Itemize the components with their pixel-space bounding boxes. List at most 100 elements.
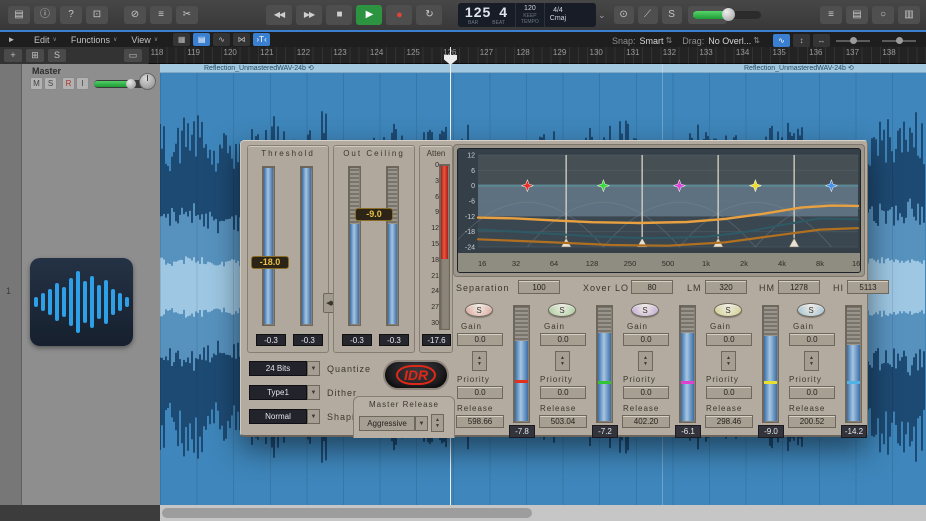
list-editors-icon[interactable]: ≡: [820, 6, 842, 24]
no-overlap-icon[interactable]: ⊘: [124, 6, 146, 24]
band-5-gain-value[interactable]: 0.0: [789, 333, 835, 346]
catch-playhead-icon[interactable]: ›T‹: [253, 33, 270, 46]
band-4-gain-value[interactable]: 0.0: [706, 333, 752, 346]
band-1-release-value[interactable]: 598.66: [456, 415, 504, 428]
vertical-zoom-slider[interactable]: [836, 40, 870, 42]
lcd-display[interactable]: 125 4 BAR BEAT 120 KEEP TEMPO 4/4 Cmaj: [458, 3, 596, 27]
lcd-signature[interactable]: 4/4 Cmaj: [545, 3, 571, 27]
mute-button[interactable]: M: [30, 77, 43, 90]
band-2-solo-button[interactable]: S: [548, 303, 576, 317]
snap-label: Snap:: [612, 36, 636, 46]
ruler-bar-number: 127: [480, 48, 493, 57]
lcd-position[interactable]: 125 4 BAR BEAT: [458, 3, 516, 27]
track-solo-button[interactable]: S: [48, 49, 66, 62]
apple-loops-icon[interactable]: ○: [872, 6, 894, 24]
pan-knob[interactable]: [139, 73, 156, 90]
library-icon[interactable]: ▤: [8, 6, 30, 24]
band-1-priority-value[interactable]: 0.0: [457, 386, 503, 399]
rewind-button[interactable]: ◀◀: [266, 5, 292, 25]
band-3-priority-value[interactable]: 0.0: [623, 386, 669, 399]
snap-drag-group: Snap: Smart ⇅ Drag: No Overl... ⇅ ∿↕↔: [612, 34, 922, 47]
band-5-priority-value[interactable]: 0.0: [789, 386, 835, 399]
add-region-button[interactable]: +: [4, 49, 22, 62]
region-name: Reflection_UnmasteredWAV-24b ⟲: [744, 64, 854, 72]
master-volume-slider[interactable]: [693, 11, 761, 19]
bar-ruler[interactable]: + ⊞ S ▭ 11811912012112212312412512612712…: [0, 47, 926, 64]
band-2-priority-value[interactable]: 0.0: [540, 386, 586, 399]
inspector-icon[interactable]: ⓘ: [34, 6, 56, 24]
band-5-gain-stepper[interactable]: ▲▼: [804, 351, 819, 371]
stop-button[interactable]: ■: [326, 5, 352, 25]
waveform-bar: [90, 276, 94, 328]
track-header-panel: 1 Master M S R I: [0, 64, 160, 505]
input-monitor-button[interactable]: I: [76, 77, 89, 90]
band-4-gain-stepper[interactable]: ▲▼: [721, 351, 736, 371]
horizontal-zoom-icon[interactable]: ↔: [813, 34, 830, 47]
track-volume-knob[interactable]: [126, 79, 136, 89]
gain-label: Gain: [793, 322, 814, 331]
band-3-release-value[interactable]: 402.20: [622, 415, 670, 428]
cycle-button[interactable]: ↻: [416, 5, 442, 25]
snap-stepper-icon[interactable]: ⇅: [666, 36, 673, 45]
flex-icon[interactable]: ⋈: [233, 33, 250, 46]
play-button[interactable]: ▶: [356, 5, 382, 25]
scissors-icon[interactable]: ✂: [176, 6, 198, 24]
functions-menu[interactable]: Functions ∨: [71, 35, 117, 45]
pointer-tool-icon[interactable]: ►: [3, 33, 20, 46]
band-4-priority-value[interactable]: 0.0: [706, 386, 752, 399]
band-1-meter-value: -7.8: [509, 425, 535, 438]
band-1-gain-value[interactable]: 0.0: [457, 333, 503, 346]
browsers-icon[interactable]: ▥: [898, 6, 920, 24]
track-number-strip: 1: [0, 64, 22, 505]
toolbar-icon[interactable]: ⊡: [86, 6, 108, 24]
drag-stepper-icon[interactable]: ⇅: [753, 36, 760, 45]
snap-value[interactable]: Smart: [640, 36, 664, 46]
note-pads-icon[interactable]: ▤: [846, 6, 868, 24]
lcd-chevron-icon[interactable]: ⌄: [598, 10, 606, 21]
region-title-bar[interactable]: Reflection_UnmasteredWAV-24b ⟲ Reflectio…: [160, 64, 926, 73]
band-2-gain-value[interactable]: 0.0: [540, 333, 586, 346]
quick-help-icon[interactable]: ?: [60, 6, 82, 24]
master-track-header[interactable]: Master M S R I: [22, 64, 160, 102]
drag-value[interactable]: No Overl...: [708, 36, 751, 46]
display-mode-button[interactable]: ▭: [124, 49, 142, 62]
band-5-solo-button[interactable]: S: [797, 303, 825, 317]
band-2-release-value[interactable]: 503.04: [539, 415, 587, 428]
tuner-button[interactable]: ⟋: [638, 6, 658, 24]
vertical-zoom-icon[interactable]: ↕: [793, 34, 810, 47]
automation-icon[interactable]: ∿: [213, 33, 230, 46]
lcd-tempo[interactable]: 120 KEEP TEMPO: [516, 3, 545, 27]
band-3-gain-stepper[interactable]: ▲▼: [638, 351, 653, 371]
band-4-solo-button[interactable]: S: [714, 303, 742, 317]
horizontal-scrollbar[interactable]: [160, 505, 926, 521]
band-1-solo-button[interactable]: S: [465, 303, 493, 317]
ruler-numbers[interactable]: 1181191201211221231241251261271281291301…: [148, 47, 926, 64]
horizontal-zoom-slider[interactable]: [882, 40, 916, 42]
mixer-icon[interactable]: ≡: [150, 6, 172, 24]
band-5-release-value[interactable]: 200.52: [788, 415, 836, 428]
record-enable-button[interactable]: R: [62, 77, 75, 90]
band-2-gain-stepper[interactable]: ▲▼: [555, 351, 570, 371]
volume-knob[interactable]: [722, 8, 735, 21]
add-track-button[interactable]: ⊞: [26, 49, 44, 62]
waveform-zoom-icon[interactable]: ∿: [773, 34, 790, 47]
priority-label: Priority: [706, 375, 739, 384]
piano-roll-icon[interactable]: ▤: [193, 33, 210, 46]
solo-button[interactable]: S: [44, 77, 57, 90]
forward-button[interactable]: ▶▶: [296, 5, 322, 25]
grid-icon[interactable]: ▦: [173, 33, 190, 46]
band-1-gain-stepper[interactable]: ▲▼: [472, 351, 487, 371]
record-button[interactable]: ●: [386, 5, 412, 25]
view-menu[interactable]: View ∨: [131, 35, 158, 45]
solo-button[interactable]: S: [662, 6, 682, 24]
out-ceiling-value-flag[interactable]: -9.0: [355, 208, 393, 221]
track-name[interactable]: Master: [32, 66, 61, 76]
band-4-release-value[interactable]: 298.46: [705, 415, 753, 428]
band-3-gain-value[interactable]: 0.0: [623, 333, 669, 346]
band-3-solo-button[interactable]: S: [631, 303, 659, 317]
edit-menu[interactable]: Edit ∨: [34, 35, 57, 45]
scrollbar-thumb[interactable]: [162, 508, 532, 518]
count-in-button[interactable]: ⊙: [614, 6, 634, 24]
threshold-value-flag[interactable]: -18.0: [251, 256, 289, 269]
audio-waveform-track-icon[interactable]: [30, 258, 133, 346]
